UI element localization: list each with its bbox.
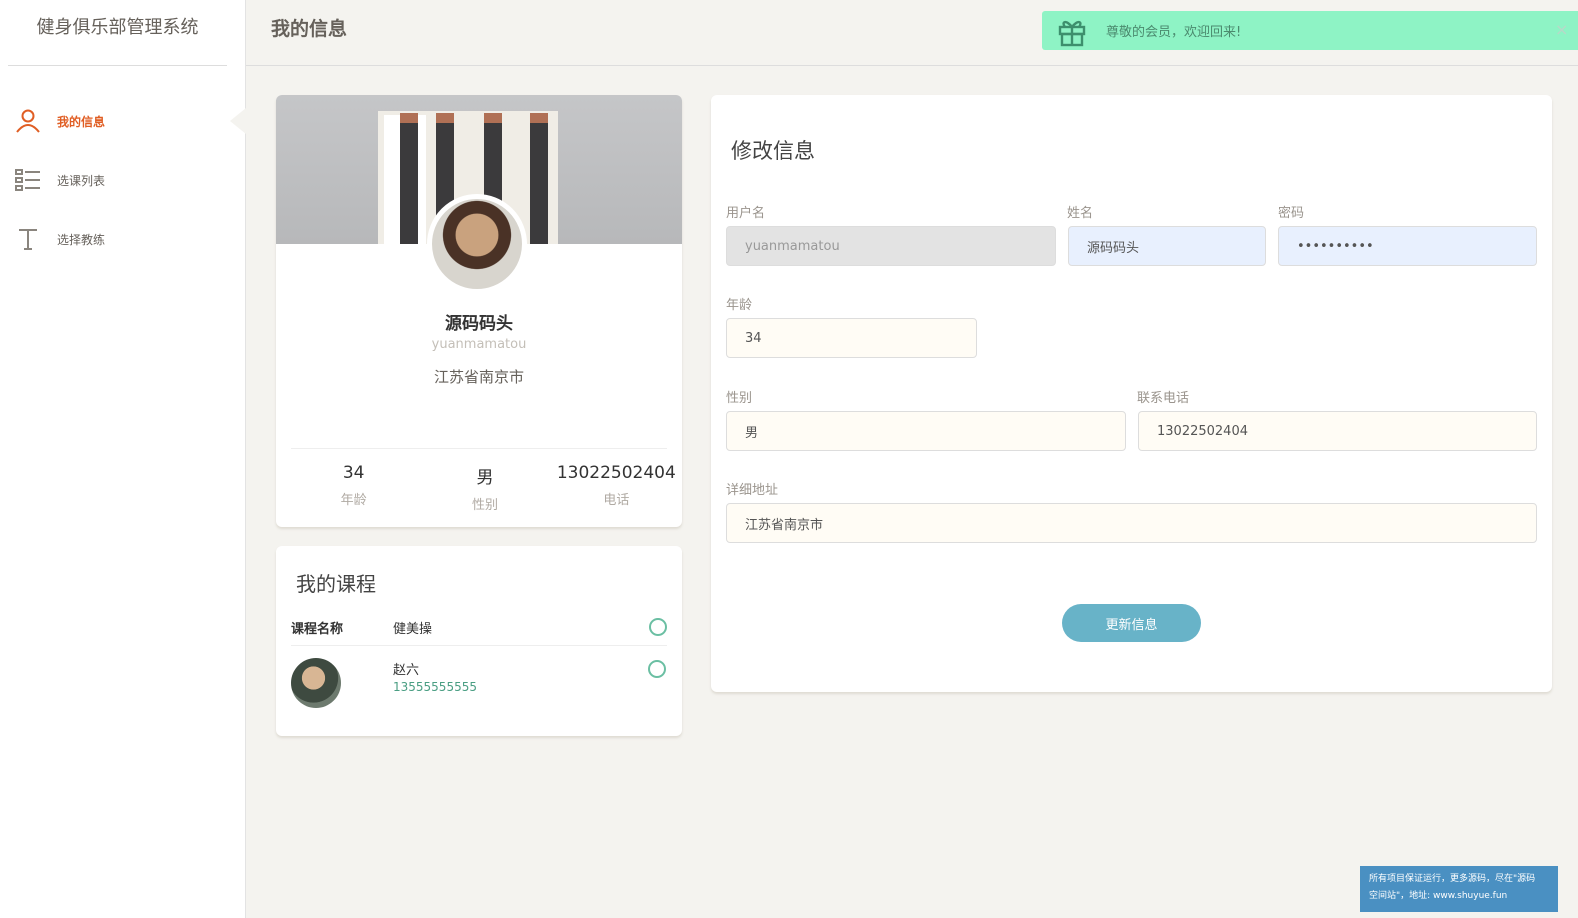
coach-phone: 13555555555 — [393, 680, 477, 694]
password-field[interactable]: •••••••••• — [1278, 226, 1537, 266]
footer-notice: 所有项目保证运行，更多源码，尽在"源码 空间站"，地址: www.shuyue.… — [1360, 866, 1558, 912]
name-field[interactable]: 源码码头 — [1068, 226, 1266, 266]
edit-info-card: 修改信息 用户名 yuanmamatou 姓名 源码码头 密码 ••••••••… — [711, 95, 1552, 692]
active-nav-pointer — [230, 108, 246, 134]
sidebar-item-my-info[interactable]: 我的信息 — [0, 106, 245, 136]
course-row: 课程名称 健美操 — [291, 618, 667, 646]
username-label: 用户名 — [726, 206, 766, 221]
sidebar-item-choose-coach[interactable]: 选择教练 — [0, 224, 245, 254]
stat-value: 34 — [342, 463, 365, 483]
courses-title: 我的课程 — [296, 572, 376, 596]
course-radio[interactable] — [649, 618, 667, 636]
welcome-notification: 尊敬的会员，欢迎回来! — [1042, 11, 1578, 50]
my-courses-card: 我的课程 课程名称 健美操 赵六 13555555555 — [276, 546, 682, 736]
profile-stats: 34 年龄 男 性别 13022502404 电话 — [288, 463, 682, 513]
footer-line-1: 所有项目保证运行，更多源码，尽在"源码 — [1369, 874, 1536, 884]
stat-phone: 13022502404 电话 — [551, 463, 682, 513]
list-icon — [14, 166, 42, 194]
close-notification-icon[interactable]: × — [1555, 20, 1568, 39]
sidebar-item-label: 我的信息 — [57, 114, 106, 129]
sidebar-item-label: 选课列表 — [57, 173, 106, 188]
sidebar: 健身俱乐部管理系统 我的信息 选课列表 选择教练 — [0, 0, 246, 918]
coach-avatar — [291, 658, 341, 708]
user-icon — [14, 107, 42, 135]
address-field[interactable]: 江苏省南京市 — [726, 503, 1537, 543]
coach-name: 赵六 — [393, 663, 420, 678]
stat-label: 电话 — [603, 493, 630, 508]
coach-radio[interactable] — [648, 660, 666, 678]
sidebar-nav: 我的信息 选课列表 选择教练 — [0, 106, 245, 254]
stat-label: 年龄 — [340, 493, 367, 508]
age-field[interactable]: 34 — [726, 318, 977, 358]
course-name: 健美操 — [393, 622, 433, 637]
name-label: 姓名 — [1067, 206, 1094, 221]
notification-text: 尊敬的会员，欢迎回来! — [1106, 25, 1242, 40]
gift-icon — [1056, 15, 1088, 47]
password-label: 密码 — [1278, 206, 1305, 221]
app-title: 健身俱乐部管理系统 — [8, 0, 227, 66]
stat-label: 性别 — [471, 498, 498, 513]
top-bar: 我的信息 尊敬的会员，欢迎回来! — [246, 0, 1578, 66]
gender-label: 性别 — [726, 391, 753, 406]
update-info-button[interactable]: 更新信息 — [1062, 604, 1201, 642]
age-label: 年龄 — [726, 298, 753, 313]
gender-field[interactable]: 男 — [726, 411, 1126, 451]
profile-name: 源码码头 — [445, 314, 513, 334]
form-title: 修改信息 — [731, 139, 815, 163]
username-field: yuanmamatou — [726, 226, 1056, 266]
address-label: 详细地址 — [726, 483, 779, 498]
profile-card: 源码码头 yuanmamatou 江苏省南京市 34 年龄 男 性别 13022… — [276, 95, 682, 527]
sidebar-item-label: 选择教练 — [57, 232, 106, 247]
sidebar-item-course-list[interactable]: 选课列表 — [0, 165, 245, 195]
profile-address: 江苏省南京市 — [433, 368, 524, 386]
profile-username: yuanmamatou — [431, 337, 527, 352]
stat-gender: 男 性别 — [419, 463, 550, 513]
stat-value: 男 — [476, 468, 494, 488]
footer-line-2: 空间站"，地址: www.shuyue.fun — [1369, 891, 1508, 901]
text-icon — [14, 225, 42, 253]
phone-field[interactable]: 13022502404 — [1138, 411, 1537, 451]
course-key-label: 课程名称 — [291, 622, 344, 637]
stat-value: 13022502404 — [556, 463, 676, 483]
page-title: 我的信息 — [271, 18, 348, 40]
divider — [291, 448, 667, 449]
phone-label: 联系电话 — [1137, 391, 1190, 406]
profile-avatar — [427, 194, 527, 294]
stat-age: 34 年龄 — [288, 463, 419, 513]
